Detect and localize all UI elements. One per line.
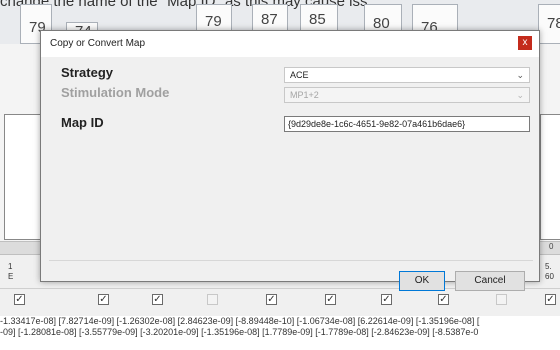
channel-checkbox[interactable]: ✓ bbox=[98, 294, 109, 305]
channel-checkbox[interactable]: ✓ bbox=[438, 294, 449, 305]
dialog-titlebar: Copy or Convert Map x bbox=[41, 31, 539, 57]
channel-checkbox[interactable]: ✓ bbox=[545, 294, 556, 305]
map-id-input[interactable]: {9d29de8e-1c6c-4651-9e82-07a461b6dae6} bbox=[284, 116, 530, 132]
strategy-value: ACE bbox=[290, 70, 309, 80]
channel-checkbox[interactable] bbox=[207, 294, 218, 305]
background-right-label: 5. 60 bbox=[545, 262, 554, 281]
stimulation-mode-value: MP1+2 bbox=[290, 90, 319, 100]
copy-convert-map-dialog: Copy or Convert Map x Strategy ACE ⌄ Sti… bbox=[40, 30, 540, 291]
cancel-button[interactable]: Cancel bbox=[455, 271, 525, 291]
channel-checkbox[interactable]: ✓ bbox=[325, 294, 336, 305]
channel-checkbox[interactable]: ✓ bbox=[14, 294, 25, 305]
coefficient-line: -09] [-1.28081e-08] [-3.55779e-09] [-3.2… bbox=[0, 327, 479, 337]
strategy-label: Strategy bbox=[61, 65, 114, 80]
background-graph-panel bbox=[4, 114, 42, 240]
background-graph-panel bbox=[540, 114, 560, 240]
background-left-label: 1 E bbox=[8, 262, 14, 281]
chevron-down-icon: ⌄ bbox=[516, 90, 524, 100]
background-value-cell: 78 bbox=[538, 4, 560, 44]
ok-button[interactable]: OK bbox=[399, 271, 445, 291]
channel-checkbox[interactable] bbox=[496, 294, 507, 305]
chevron-down-icon: ⌄ bbox=[516, 70, 524, 80]
dialog-title: Copy or Convert Map bbox=[50, 38, 146, 49]
checkbox-row: ✓ ✓ ✓ ✓ ✓ ✓ ✓ ✓ bbox=[0, 288, 560, 309]
close-button[interactable]: x bbox=[518, 36, 532, 50]
dialog-separator bbox=[49, 260, 533, 261]
coefficient-line: -1.33417e-08] [7.82714e-09] [-1.26302e-0… bbox=[0, 316, 480, 326]
dialog-form: Strategy ACE ⌄ Stimulation Mode MP1+2 ⌄ … bbox=[41, 57, 539, 253]
channel-checkbox[interactable]: ✓ bbox=[152, 294, 163, 305]
stimulation-mode-select[interactable]: MP1+2 ⌄ bbox=[284, 87, 530, 103]
strategy-select[interactable]: ACE ⌄ bbox=[284, 67, 530, 83]
ruler-label: 0 bbox=[549, 242, 554, 251]
channel-checkbox[interactable]: ✓ bbox=[266, 294, 277, 305]
map-id-label: Map ID bbox=[61, 115, 104, 130]
channel-checkbox[interactable]: ✓ bbox=[381, 294, 392, 305]
stimulation-mode-label: Stimulation Mode bbox=[61, 85, 170, 100]
coefficient-output: -1.33417e-08] [7.82714e-09] [-1.26302e-0… bbox=[0, 316, 560, 350]
